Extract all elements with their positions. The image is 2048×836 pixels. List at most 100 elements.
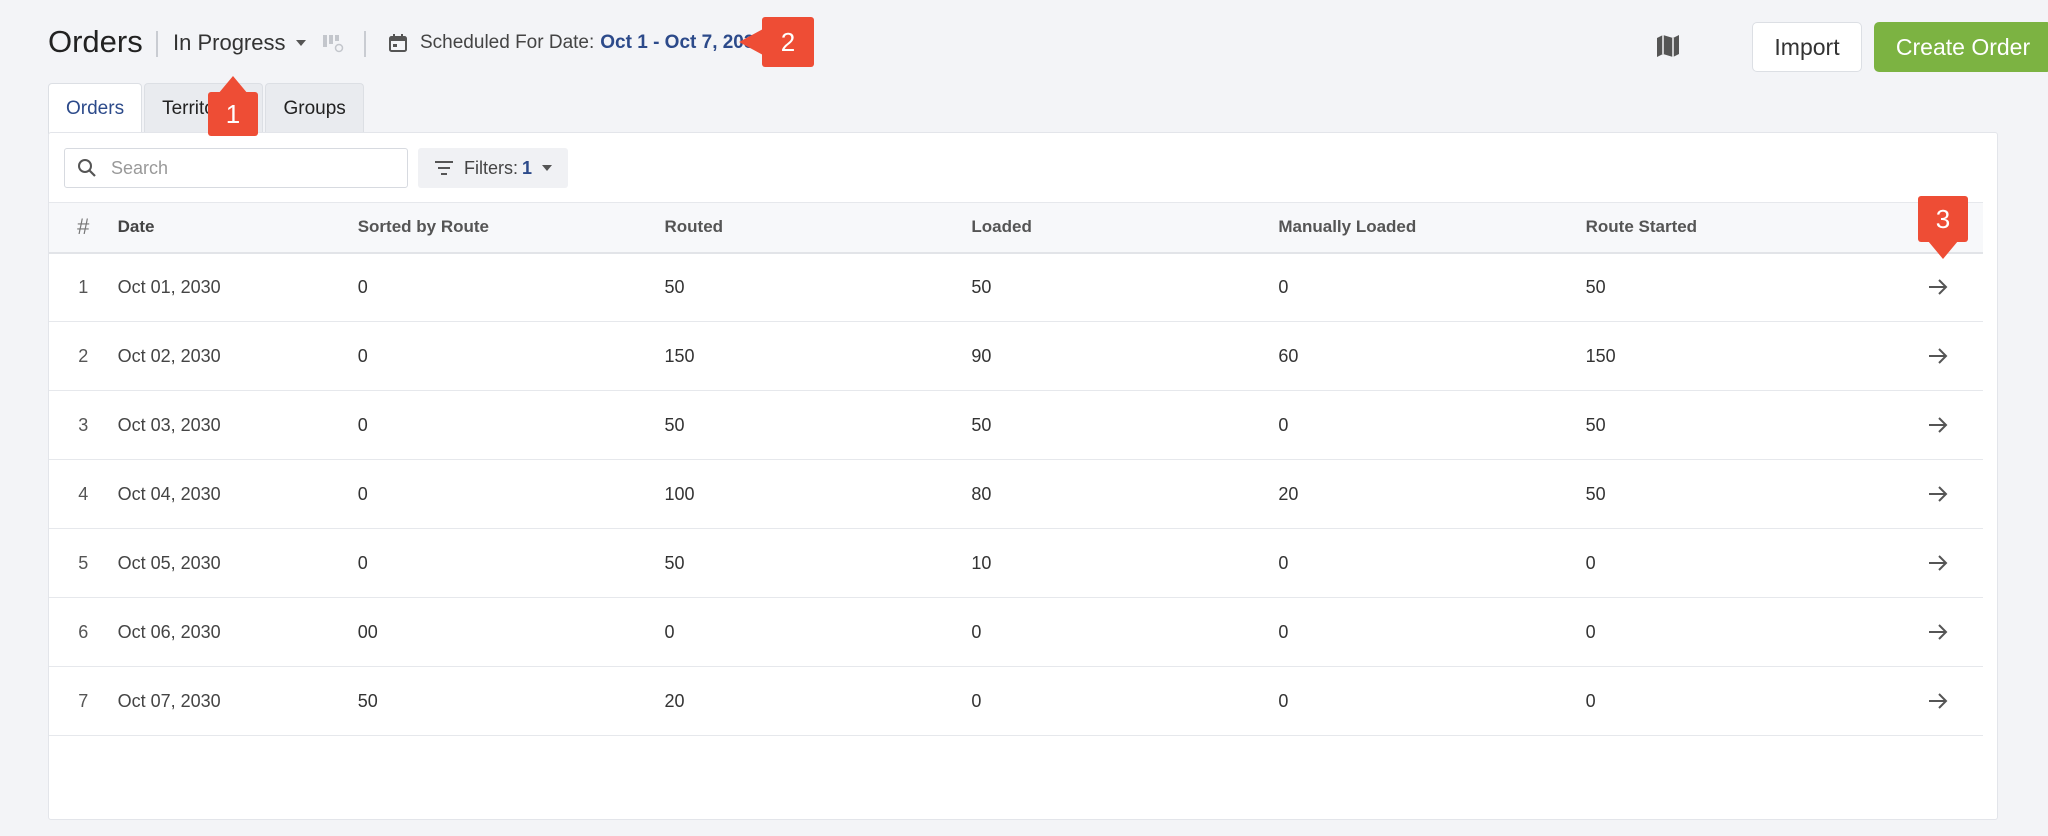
search-icon	[78, 159, 96, 177]
table-row[interactable]: 1 Oct 01, 2030 0 50 50 0 50	[49, 253, 1983, 322]
table-row[interactable]: 7 Oct 07, 2030 50 20 0 0 0	[49, 667, 1983, 736]
cell-sorted-by-route: 0	[357, 483, 368, 504]
calendar-icon	[389, 34, 407, 52]
tab-bar: Orders Territories Groups	[48, 83, 366, 134]
cell-sorted-by-route: 0	[357, 552, 368, 573]
cell-loaded: 50	[971, 276, 992, 297]
divider	[156, 31, 158, 57]
tab-orders[interactable]: Orders	[48, 83, 143, 134]
row-date: Oct 02, 2030	[117, 345, 221, 366]
import-button[interactable]: Import	[1752, 22, 1862, 72]
cell-routed: 50	[664, 552, 685, 573]
cell-sorted-by-route: 0	[357, 414, 368, 435]
row-index: 7	[78, 690, 89, 711]
table-row[interactable]: 2 Oct 02, 2030 0 150 90 60 150	[49, 322, 1983, 391]
cell-sorted-by-route: 50	[357, 690, 378, 711]
filters-button[interactable]: Filters: 1	[418, 148, 569, 188]
status-dropdown-label: In Progress	[173, 30, 286, 55]
table-row[interactable]: 5 Oct 05, 2030 0 50 10 0 0	[49, 529, 1983, 598]
scheduled-label: Scheduled For Date:	[420, 32, 595, 53]
callout-badge: 1	[208, 92, 258, 136]
row-date: Oct 07, 2030	[117, 690, 221, 711]
filters-label: Filters:	[464, 157, 518, 178]
chevron-down-icon	[295, 40, 306, 46]
row-index: 1	[78, 276, 89, 297]
header-manually-loaded: Manually Loaded	[1278, 217, 1417, 237]
row-date: Oct 05, 2030	[117, 552, 221, 573]
cell-route-started: 0	[1585, 552, 1596, 573]
cell-manually-loaded: 0	[1278, 621, 1289, 642]
row-action	[1893, 529, 1983, 598]
top-bar: Orders In Progress Scheduled For Date: O…	[48, 20, 2048, 72]
row-date: Oct 06, 2030	[117, 621, 221, 642]
cell-sorted-by-route: 00	[357, 621, 378, 642]
cell-routed: 50	[664, 414, 685, 435]
cell-loaded: 80	[971, 483, 992, 504]
header-routed: Routed	[664, 217, 724, 237]
tab-groups[interactable]: Groups	[265, 83, 364, 133]
orders-panel: Filters: 1 # Date Sorted by Route Routed…	[48, 132, 1998, 820]
arrow-right-icon[interactable]	[1925, 688, 1951, 714]
row-index: 3	[78, 414, 89, 435]
filters-count: 1	[522, 157, 533, 178]
row-action	[1893, 667, 1983, 736]
cell-manually-loaded: 0	[1278, 276, 1289, 297]
arrow-right-icon[interactable]	[1925, 412, 1951, 438]
row-action	[1893, 391, 1983, 460]
status-dropdown[interactable]: In Progress	[173, 30, 306, 56]
cell-loaded: 50	[971, 414, 992, 435]
arrow-right-icon[interactable]	[1925, 550, 1951, 576]
header-date: Date	[117, 217, 155, 237]
cell-routed: 100	[664, 483, 695, 504]
table-row[interactable]: 6 Oct 06, 2030 00 0 0 0 0	[49, 598, 1983, 667]
header-sorted-by-route: Sorted by Route	[357, 217, 489, 237]
cell-routed: 20	[664, 690, 685, 711]
row-action	[1893, 598, 1983, 667]
arrow-right-icon[interactable]	[1925, 343, 1951, 369]
cell-manually-loaded: 60	[1278, 345, 1299, 366]
filter-icon	[435, 161, 453, 175]
cell-manually-loaded: 20	[1278, 483, 1299, 504]
header-loaded: Loaded	[971, 217, 1032, 237]
cell-routed: 50	[664, 276, 685, 297]
table-header-row: # Date Sorted by Route Routed Loaded Man…	[49, 202, 1983, 253]
cell-routed: 150	[664, 345, 695, 366]
cell-route-started: 0	[1585, 621, 1596, 642]
row-date: Oct 03, 2030	[117, 414, 221, 435]
cell-manually-loaded: 0	[1278, 552, 1289, 573]
map-icon[interactable]	[1652, 30, 1684, 62]
cell-sorted-by-route: 0	[357, 276, 368, 297]
cell-route-started: 50	[1585, 483, 1606, 504]
row-date: Oct 04, 2030	[117, 483, 221, 504]
divider	[364, 31, 366, 57]
cell-loaded: 0	[971, 690, 982, 711]
table-row[interactable]: 3 Oct 03, 2030 0 50 50 0 50	[49, 391, 1983, 460]
cell-route-started: 0	[1585, 690, 1596, 711]
table-row[interactable]: 4 Oct 04, 2030 0 100 80 20 50	[49, 460, 1983, 529]
chevron-down-icon	[542, 165, 553, 171]
callout-arrow-left-icon	[739, 29, 763, 55]
arrow-right-icon[interactable]	[1925, 481, 1951, 507]
row-date: Oct 01, 2030	[117, 276, 221, 297]
create-order-button[interactable]: Create Order	[1874, 22, 2048, 72]
board-view-icon[interactable]	[322, 33, 344, 53]
row-action	[1893, 253, 1983, 322]
cell-route-started: 50	[1585, 414, 1606, 435]
callout-badge: 3	[1918, 196, 1968, 242]
orders-table: # Date Sorted by Route Routed Loaded Man…	[49, 202, 1983, 736]
row-index: 5	[78, 552, 89, 573]
cell-manually-loaded: 0	[1278, 414, 1289, 435]
page-title: Orders	[48, 24, 143, 59]
scheduled-date-filter[interactable]: Scheduled For Date: Oct 1 - Oct 7, 2030	[388, 32, 765, 54]
search-box[interactable]	[64, 148, 408, 188]
row-action	[1893, 322, 1983, 391]
row-index: 4	[78, 483, 89, 504]
cell-route-started: 50	[1585, 276, 1606, 297]
header-index: #	[77, 214, 90, 240]
search-input[interactable]	[111, 157, 391, 179]
arrow-right-icon[interactable]	[1925, 274, 1951, 300]
header-route-started: Route Started	[1585, 217, 1698, 237]
row-action	[1893, 460, 1983, 529]
callout-badge: 2	[762, 17, 814, 67]
arrow-right-icon[interactable]	[1925, 619, 1951, 645]
